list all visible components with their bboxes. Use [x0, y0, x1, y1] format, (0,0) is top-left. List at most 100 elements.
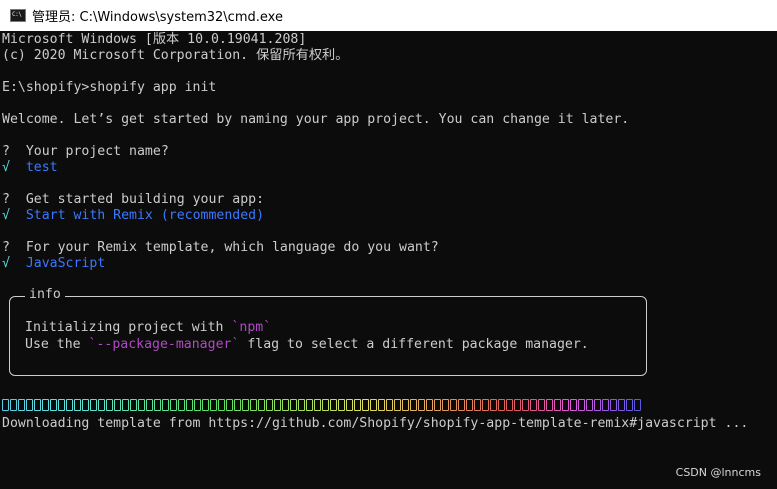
progress-segment [2, 399, 9, 411]
progress-segment [498, 399, 505, 411]
progress-segment [34, 399, 41, 411]
progress-segment [546, 399, 553, 411]
answer-3-line: √ JavaScript [2, 256, 105, 272]
progress-segment [154, 399, 161, 411]
progress-segment [410, 399, 417, 411]
progress-segment [282, 399, 289, 411]
progress-segment [514, 399, 521, 411]
progress-segment [594, 399, 601, 411]
progress-segment [242, 399, 249, 411]
banner-line-1: Microsoft Windows [版本 10.0.19041.208] [2, 32, 307, 47]
progress-segment [386, 399, 393, 411]
progress-segment [82, 399, 89, 411]
progress-segment [146, 399, 153, 411]
question-text: Your project name? [25, 144, 169, 159]
progress-segment [58, 399, 65, 411]
info-line-2: Use the `--package-manager` flag to sele… [25, 337, 589, 353]
progress-segment [258, 399, 265, 411]
title-bar[interactable]: C:\ 管理员: C:\Windows\system32\cmd.exe [0, 0, 777, 31]
info-box-label: info [25, 287, 65, 303]
cmd-icon: C:\ [10, 9, 26, 22]
progress-segment [42, 399, 49, 411]
banner-line-2: (c) 2020 Microsoft Corporation. 保留所有权利。 [2, 48, 349, 63]
progress-segment [418, 399, 425, 411]
answer-2-line: √ Start with Remix (recommended) [2, 208, 264, 224]
progress-segment [378, 399, 385, 411]
progress-segment [18, 399, 25, 411]
answer-1-line: √ test [2, 160, 58, 176]
progress-segment [538, 399, 545, 411]
progress-segment [90, 399, 97, 411]
question-mark: ? [2, 240, 10, 255]
progress-segment [626, 399, 633, 411]
package-manager-code: `--package-manager` [88, 337, 240, 352]
progress-segment [330, 399, 337, 411]
progress-segment [338, 399, 345, 411]
progress-segment [354, 399, 361, 411]
progress-segment [442, 399, 449, 411]
question-text: Get started building your app: [25, 192, 265, 207]
progress-segment [610, 399, 617, 411]
answer-text: test [25, 160, 58, 175]
progress-segment [250, 399, 257, 411]
progress-segment [466, 399, 473, 411]
progress-segment [506, 399, 513, 411]
progress-segment [322, 399, 329, 411]
progress-segment [554, 399, 561, 411]
answer-text: Start with Remix (recommended) [25, 208, 265, 223]
info-box: info Initializing project with `npm` Use… [9, 287, 647, 376]
progress-segment [370, 399, 377, 411]
console-area[interactable]: Microsoft Windows [版本 10.0.19041.208] (c… [0, 31, 777, 489]
progress-segment [26, 399, 33, 411]
progress-segment [130, 399, 137, 411]
question-1-line: ? Your project name? [2, 144, 169, 160]
question-2-line: ? Get started building your app: [2, 192, 264, 208]
question-3-line: ? For your Remix template, which languag… [2, 240, 439, 256]
progress-segment [450, 399, 457, 411]
progress-segment [306, 399, 313, 411]
progress-segment [394, 399, 401, 411]
progress-segment [530, 399, 537, 411]
check-icon: √ [2, 160, 10, 175]
progress-segment [578, 399, 585, 411]
progress-segment [98, 399, 105, 411]
info-line-2-prefix: Use the [25, 337, 89, 352]
progress-segment [218, 399, 225, 411]
download-status-line: Downloading template from https://github… [2, 416, 749, 431]
cmd-window: C:\ 管理员: C:\Windows\system32\cmd.exe Mic… [0, 0, 777, 489]
progress-segment [138, 399, 145, 411]
progress-segment [194, 399, 201, 411]
check-icon: √ [2, 208, 10, 223]
question-mark: ? [2, 192, 10, 207]
info-line-1: Initializing project with `npm` [25, 320, 271, 336]
progress-bar [2, 399, 642, 413]
progress-segment [402, 399, 409, 411]
progress-segment [298, 399, 305, 411]
progress-segment [634, 399, 641, 411]
progress-segment [178, 399, 185, 411]
progress-segment [170, 399, 177, 411]
progress-segment [114, 399, 121, 411]
progress-segment [274, 399, 281, 411]
progress-segment [202, 399, 209, 411]
npm-code: `npm` [231, 320, 272, 335]
progress-segment [458, 399, 465, 411]
info-line-1-text: Initializing project with [25, 320, 232, 335]
progress-segment [618, 399, 625, 411]
progress-segment [602, 399, 609, 411]
progress-segment [314, 399, 321, 411]
progress-segment [122, 399, 129, 411]
cmd-icon-label: C:\ [12, 11, 22, 18]
progress-segment [186, 399, 193, 411]
progress-segment [490, 399, 497, 411]
progress-segment [226, 399, 233, 411]
progress-segment [290, 399, 297, 411]
progress-segment [66, 399, 73, 411]
welcome-line: Welcome. Let’s get started by naming you… [2, 112, 630, 127]
info-line-2-suffix: flag to select a different package manag… [239, 337, 589, 352]
window-title: 管理员: C:\Windows\system32\cmd.exe [32, 10, 283, 25]
progress-segment [234, 399, 241, 411]
progress-segment [522, 399, 529, 411]
progress-segment [266, 399, 273, 411]
question-mark: ? [2, 144, 10, 159]
